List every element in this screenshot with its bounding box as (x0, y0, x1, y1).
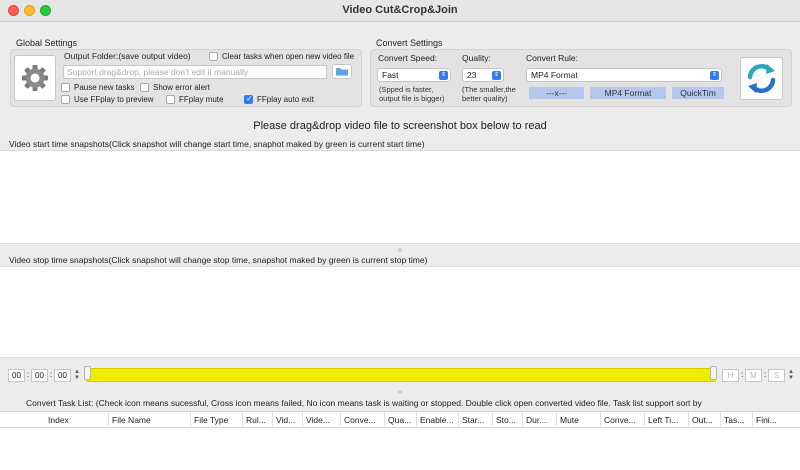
column-header[interactable]: Left Ti... (644, 412, 688, 429)
end-time-stepper[interactable]: ▲ ▼ (788, 369, 794, 382)
clear-tasks-label: Clear tasks when open new video file (222, 52, 355, 61)
convert-settings-label: Convert Settings (376, 38, 443, 48)
start-time-handle[interactable] (84, 366, 91, 380)
ffplay-auto-exit-label: FFplay auto exit (257, 95, 314, 104)
stop-snapshots-box[interactable] (0, 266, 800, 358)
column-header[interactable]: Rul... (242, 412, 272, 429)
output-folder-input[interactable]: Support drag&drop, please don't edit it … (63, 65, 327, 79)
column-header[interactable]: File Type (190, 412, 242, 429)
column-header[interactable]: Out... (688, 412, 720, 429)
end-hour-field[interactable]: H (722, 369, 739, 382)
column-header[interactable]: Fini... (752, 412, 800, 429)
task-table-body[interactable] (0, 428, 800, 470)
ffplay-mute-check[interactable] (166, 95, 175, 104)
start-snapshots-box[interactable] (0, 150, 800, 244)
pause-new-tasks-checkbox[interactable]: Pause new tasks (61, 83, 134, 92)
drop-heading: Please drag&drop video file to screensho… (253, 120, 547, 132)
convert-rule-label: Convert Rule: (526, 53, 578, 63)
column-header[interactable]: Vide... (302, 412, 340, 429)
ffplay-auto-exit-check[interactable] (244, 94, 253, 104)
chevron-updown-icon: ⇕ (492, 71, 501, 80)
quality-label: Quality: (462, 53, 491, 63)
start-hour-field[interactable]: 00 (8, 369, 25, 382)
chevron-updown-icon: ⇕ (710, 71, 719, 80)
convert-rule-value: MP4 Format (531, 70, 578, 80)
use-ffplay-checkbox[interactable]: Use FFplay to preview (61, 95, 154, 104)
convert-button[interactable] (740, 57, 783, 100)
convert-speed-value: Fast (382, 70, 399, 80)
column-header[interactable]: Qua... (384, 412, 416, 429)
convert-rule-select[interactable]: MP4 Format ⇕ (526, 68, 722, 82)
column-header[interactable]: Dur... (522, 412, 556, 429)
pause-new-tasks-check[interactable] (61, 83, 70, 92)
time-separator: : (27, 370, 30, 379)
window-title: Video Cut&Crop&Join (342, 4, 458, 16)
convert-speed-label: Convert Speed: (378, 53, 438, 63)
show-error-alert-label: Show error alert (153, 83, 210, 92)
refresh-convert-icon (747, 64, 776, 93)
column-header[interactable]: Star... (458, 412, 492, 429)
browse-folder-button[interactable] (332, 64, 352, 79)
column-header[interactable]: Tas... (720, 412, 752, 429)
quality-hint: (The smaller,the better quality) (462, 85, 516, 103)
task-table-header: Index File Name File Type Rul... Vid... … (0, 411, 800, 429)
task-list-label: Convert Task List: (Check icon means suc… (26, 398, 702, 408)
ffplay-mute-checkbox[interactable]: FFplay mute (166, 95, 223, 104)
clear-tasks-check[interactable] (209, 52, 218, 61)
splitter-handle[interactable] (398, 248, 402, 252)
clear-tasks-checkbox[interactable]: Clear tasks when open new video file (209, 52, 354, 61)
settings-gear-button[interactable] (14, 55, 56, 101)
show-error-alert-checkbox[interactable]: Show error alert (140, 83, 210, 92)
column-header[interactable]: Conve... (340, 412, 384, 429)
quality-select[interactable]: 23 ⇕ (462, 68, 504, 82)
pause-new-tasks-label: Pause new tasks (74, 83, 135, 92)
time-separator: : (741, 370, 744, 379)
start-snapshots-label: Video start time snapshots(Click snapsho… (9, 139, 425, 149)
quality-value: 23 (467, 70, 477, 80)
rule-chip[interactable]: QuickTim (672, 87, 724, 99)
time-range-slider[interactable] (86, 368, 716, 382)
end-second-field[interactable]: S (768, 369, 785, 382)
ffplay-mute-label: FFplay mute (179, 95, 224, 104)
convert-speed-select[interactable]: Fast ⇕ (377, 68, 451, 82)
rule-chip[interactable]: MP4 Format (590, 87, 666, 99)
ffplay-auto-exit-checkbox[interactable]: FFplay auto exit (244, 94, 314, 104)
use-ffplay-check[interactable] (61, 95, 70, 104)
start-second-field[interactable]: 00 (54, 369, 71, 382)
column-header[interactable]: Sto... (492, 412, 522, 429)
chevron-updown-icon: ⇕ (439, 71, 448, 80)
end-time-handle[interactable] (710, 366, 717, 380)
stop-snapshots-label: Video stop time snapshots(Click snapshot… (9, 255, 428, 265)
start-minute-field[interactable]: 00 (31, 369, 48, 382)
column-header[interactable]: Enable... (416, 412, 458, 429)
title-bar: Video Cut&Crop&Join (0, 0, 800, 22)
start-time-stepper[interactable]: ▲ ▼ (74, 369, 80, 382)
column-header[interactable]: Vid... (272, 412, 302, 429)
time-separator: : (764, 370, 767, 379)
folder-icon (336, 68, 348, 76)
rule-chip[interactable]: ---x--- (529, 87, 584, 99)
output-folder-label: Output Folder:(save output video) (64, 51, 191, 61)
splitter-handle[interactable] (398, 390, 402, 394)
global-settings-label: Global Settings (16, 38, 78, 48)
column-header[interactable]: File Name (108, 412, 190, 429)
column-header[interactable]: Index (0, 412, 108, 429)
end-minute-field[interactable]: M (745, 369, 762, 382)
column-header[interactable]: Conve... (600, 412, 644, 429)
use-ffplay-label: Use FFplay to preview (74, 95, 154, 104)
show-error-alert-check[interactable] (140, 83, 149, 92)
time-separator: : (50, 370, 53, 379)
gear-icon (22, 65, 48, 91)
column-header[interactable]: Mute (556, 412, 600, 429)
speed-hint: (Spped is faster, output file is bigger) (379, 85, 445, 103)
